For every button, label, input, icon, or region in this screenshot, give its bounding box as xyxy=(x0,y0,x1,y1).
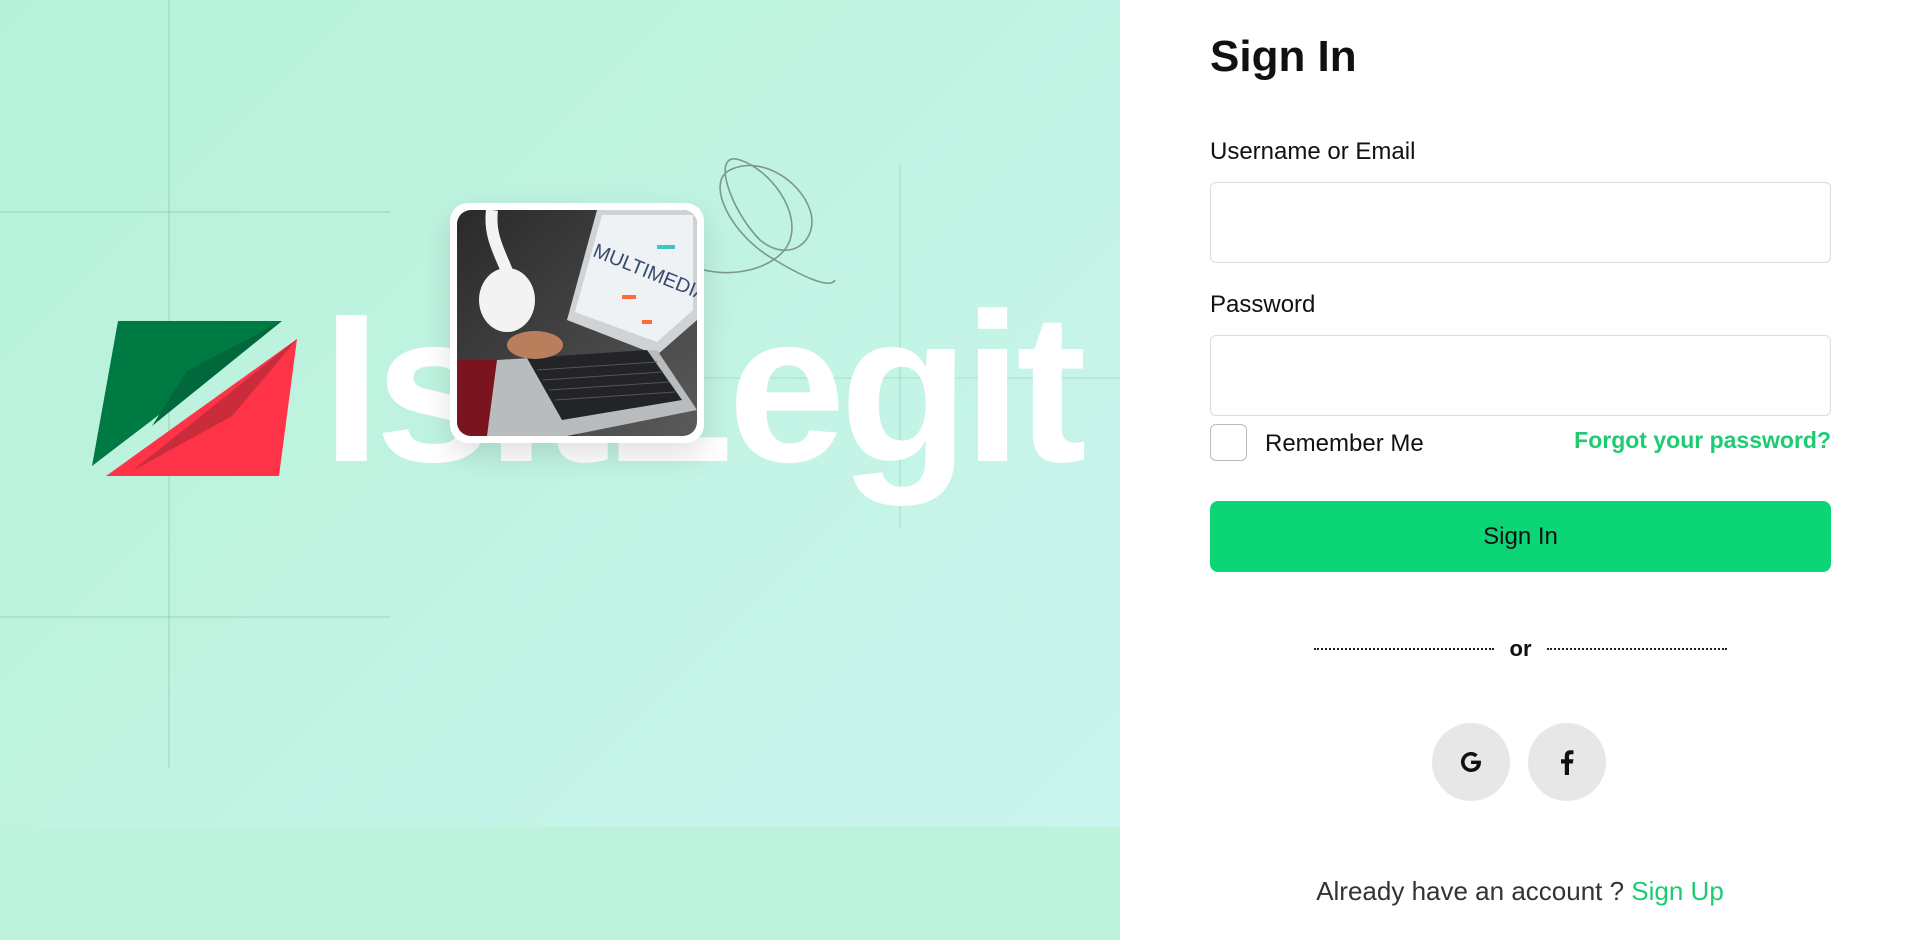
divider-line xyxy=(1547,648,1727,650)
grid-line xyxy=(0,211,390,213)
remember-me-label: Remember Me xyxy=(1265,430,1424,457)
forgot-password-link[interactable]: Forgot your password? xyxy=(1574,427,1831,454)
sign-in-button[interactable]: Sign In xyxy=(1210,501,1831,572)
signin-panel: Sign In Username or Email Password Remem… xyxy=(1120,0,1920,940)
password-input[interactable] xyxy=(1210,335,1831,416)
password-label: Password xyxy=(1210,291,1316,318)
signup-prompt-text: Already have an account ? xyxy=(1316,876,1625,906)
hero-photo: MULTIMEDIA xyxy=(457,210,697,436)
username-input[interactable] xyxy=(1210,182,1831,263)
google-icon xyxy=(1461,752,1481,772)
grid-line xyxy=(0,616,390,618)
brand-logo-mark xyxy=(92,321,297,476)
google-login-button[interactable] xyxy=(1432,723,1510,801)
facebook-login-button[interactable] xyxy=(1528,723,1606,801)
remember-me-checkbox[interactable] xyxy=(1210,424,1247,461)
username-label: Username or Email xyxy=(1210,138,1416,165)
sign-up-link[interactable]: Sign Up xyxy=(1631,876,1724,906)
signup-prompt: Already have an account ? Sign Up xyxy=(1120,876,1920,907)
or-divider: or xyxy=(1314,636,1727,661)
hero-panel: IsItLegit MULTIMEDIA xyxy=(0,0,1120,940)
page-title: Sign In xyxy=(1210,32,1357,81)
hero-photo-card: MULTIMEDIA xyxy=(450,203,704,443)
footer-band xyxy=(0,827,1120,940)
facebook-icon xyxy=(1561,750,1574,775)
